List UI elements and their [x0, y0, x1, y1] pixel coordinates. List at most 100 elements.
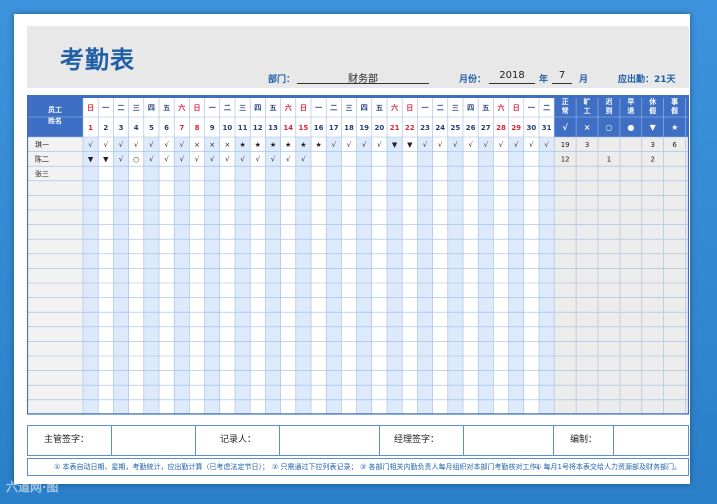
notes-bar: ① 本表自动日期、星期，考勤统计，应出勤计算（已考虑法定节日）； ② 只需通过下…: [27, 458, 689, 476]
summary-value: 3: [585, 141, 589, 149]
weekday-label: 日: [300, 104, 307, 112]
day-number: 8: [195, 124, 200, 132]
attendance-mark: ○: [133, 156, 139, 164]
weekday-label: 四: [467, 104, 474, 112]
weekday-label: 六: [391, 103, 398, 112]
weekday-label: 一: [102, 104, 109, 112]
summary-header-symbol: ★: [671, 123, 678, 132]
day-stripe: [539, 137, 555, 415]
summary-header-char: 退: [627, 106, 634, 115]
supervisor-field[interactable]: [112, 426, 196, 455]
attendance-mark: ▼: [103, 156, 109, 164]
summary-value: 1: [607, 156, 611, 164]
day-number: 24: [435, 124, 445, 132]
editor-field[interactable]: [614, 426, 688, 455]
day-stripe: [356, 137, 372, 415]
attendance-mark: √: [499, 141, 504, 149]
day-number: 21: [390, 124, 400, 132]
employee-name: 陈二: [35, 155, 49, 164]
weekday-label: 二: [224, 104, 231, 112]
weekday-label: 一: [422, 104, 429, 112]
name-header-bg: [27, 95, 83, 137]
attendance-mark: √: [362, 141, 367, 149]
day-stripe: [143, 137, 159, 415]
day-stripe: [83, 137, 99, 415]
weekday-label: 二: [543, 104, 550, 112]
weekday-label: 四: [148, 104, 155, 112]
attendance-mark: √: [423, 141, 428, 149]
attendance-mark: √: [377, 141, 382, 149]
month-value[interactable]: 7: [552, 70, 572, 84]
weekday-label: 四: [254, 104, 261, 112]
weekday-label: 一: [315, 104, 322, 112]
summary-header-char: 假: [649, 106, 657, 115]
attendance-sheet: 考勤表 部门： 财务部 月份： 2018 年 7 月 应出勤：21天 日1一2二…: [14, 14, 690, 484]
summary-header-char: 假: [671, 106, 679, 115]
attendance-mark: √: [149, 156, 154, 164]
page-title: 考勤表: [60, 46, 135, 74]
day-number: 22: [405, 124, 415, 132]
manager-label: 经理签字：: [380, 426, 464, 455]
dept-label: 部门：: [268, 75, 296, 85]
attendance-mark: √: [180, 141, 185, 149]
day-number: 29: [511, 124, 521, 132]
day-number: 10: [223, 124, 233, 132]
weekday-label: 五: [270, 104, 277, 112]
employee-name: 张三: [35, 169, 49, 178]
attendance-mark: √: [332, 141, 337, 149]
weekday-label: 三: [133, 104, 140, 112]
summary-header-char: 休: [648, 97, 657, 106]
attendance-mark: √: [225, 156, 230, 164]
weekday-label: 日: [513, 104, 520, 112]
attendance-required: 应出勤：21天: [618, 75, 676, 85]
attendance-mark: √: [544, 141, 549, 149]
name-column-bg: [27, 137, 83, 415]
attendance-mark: √: [88, 141, 93, 149]
attendance-mark: √: [286, 156, 291, 164]
recorder-field[interactable]: [280, 426, 380, 455]
note-2: ② 只需通过下拉列表记录；: [272, 463, 358, 471]
year-value[interactable]: 2018: [489, 70, 535, 84]
day-number: 16: [314, 124, 324, 132]
day-number: 20: [375, 124, 385, 132]
summary-value: 19: [561, 141, 570, 149]
day-number: 13: [268, 124, 278, 132]
summary-header-char: 常: [562, 106, 569, 115]
day-stripe: [295, 137, 311, 415]
dept-value[interactable]: 财务部: [297, 70, 429, 85]
manager-field[interactable]: [464, 426, 554, 455]
day-number: 15: [299, 124, 309, 132]
attendance-mark: √: [134, 141, 139, 149]
name-header-line2: 姓名: [47, 116, 62, 125]
day-number: 17: [329, 124, 339, 132]
attendance-mark: √: [529, 141, 534, 149]
attendance-mark: √: [271, 156, 276, 164]
day-stripe: [235, 137, 251, 415]
note-3: ③ 各部门相关内勤负责人每月组织对本部门考勤核对工作；: [360, 463, 544, 471]
attendance-mark: √: [468, 141, 473, 149]
attendance-mark: ×: [194, 141, 200, 149]
day-number: 7: [179, 124, 184, 132]
weekday-label: 六: [498, 103, 505, 112]
attendance-mark: ★: [315, 141, 321, 149]
attendance-mark: √: [104, 141, 109, 149]
summary-header-symbol: √: [562, 123, 568, 132]
attendance-mark: √: [164, 141, 169, 149]
attendance-mark: √: [514, 141, 519, 149]
summary-header-char: 工: [584, 107, 591, 115]
day-number: 31: [542, 124, 552, 132]
attendance-mark: ×: [209, 141, 215, 149]
weekday-label: 五: [482, 104, 489, 112]
day-stripe: [387, 137, 403, 415]
summary-header-char: 到: [605, 106, 612, 115]
day-number: 1: [88, 124, 93, 132]
summary-value: 2: [651, 156, 655, 164]
weekday-label: 五: [163, 104, 170, 112]
summary-header-char: 正: [562, 98, 569, 106]
attendance-mark: √: [484, 141, 489, 149]
attendance-mark: ×: [224, 141, 230, 149]
weekday-label: 二: [330, 104, 337, 112]
attendance-mark: √: [119, 141, 124, 149]
attendance-mark: ▼: [407, 141, 413, 149]
day-stripe: [417, 137, 433, 415]
